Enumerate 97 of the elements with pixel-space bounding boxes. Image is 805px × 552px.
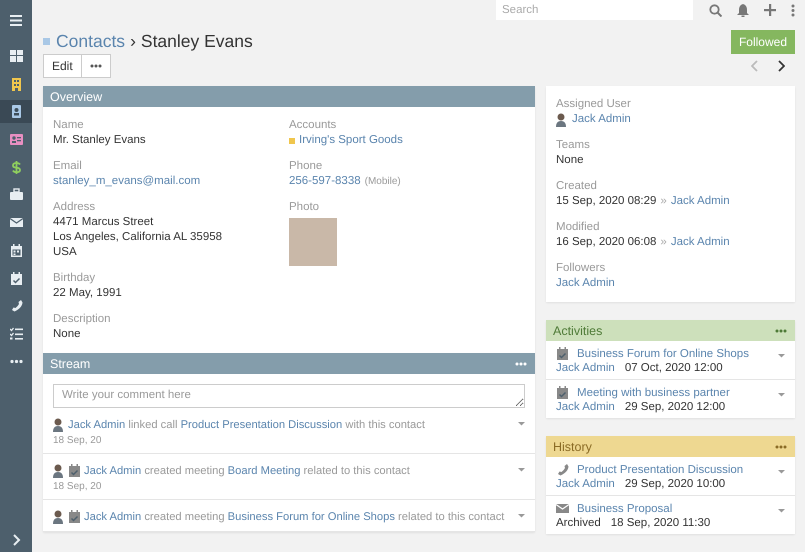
square-icon <box>43 38 50 45</box>
phone-link[interactable]: 256-597-8338 <box>289 174 361 189</box>
more-icon <box>90 64 102 68</box>
user-link[interactable]: Jack Admin <box>556 362 615 374</box>
avatar-icon <box>556 112 566 126</box>
user-link[interactable]: Jack Admin <box>670 194 730 209</box>
avatar-icon <box>53 418 63 432</box>
record-link[interactable]: Business Forum for Online Shops <box>228 511 395 523</box>
user-link[interactable]: Jack Admin <box>556 478 615 490</box>
plus-icon[interactable] <box>764 4 776 16</box>
field-label: Birthday <box>53 271 96 286</box>
more-icon[interactable] <box>515 362 527 366</box>
chevron-right-icon[interactable] <box>778 60 785 72</box>
field-label: Created <box>556 179 598 194</box>
caret-icon[interactable] <box>518 514 525 518</box>
panel-title: Stream <box>50 356 90 370</box>
kebab-menu-icon[interactable] <box>791 4 795 16</box>
field-label: Modified <box>556 220 600 235</box>
by-marker: » <box>660 235 667 250</box>
menu-icon[interactable] <box>10 15 22 26</box>
calendar-check-icon <box>68 510 81 523</box>
breadcrumb-link[interactable]: Contacts <box>56 31 126 52</box>
stream-note: Jack Admin created meeting Business Forum for Online Shops related to this contact <box>84 510 506 524</box>
sidebar-item[interactable] <box>0 100 32 124</box>
address-line: USA <box>53 245 78 260</box>
photo-placeholder <box>289 218 337 266</box>
caret-icon[interactable] <box>778 392 785 396</box>
field-label: Photo <box>289 200 320 215</box>
envelope-icon <box>556 502 569 515</box>
field-value: None <box>556 153 584 168</box>
phone-type: (Mobile) <box>364 175 401 189</box>
stream-note: Jack Admin linked call Product Presentation Discussion with this contact <box>68 418 426 432</box>
caret-icon[interactable] <box>518 422 525 426</box>
user-link[interactable]: Jack Admin <box>84 511 142 523</box>
note-date: 18 Sep, 20 <box>53 435 102 446</box>
panel-title: History <box>553 440 592 454</box>
field-label: Description <box>53 312 112 327</box>
date-text: 29 Sep, 2020 10:00 <box>624 478 726 490</box>
search-field[interactable]: Search <box>496 0 693 20</box>
stream-note: Jack Admin created meeting Board Meeting related to this contact <box>84 464 411 478</box>
user-link[interactable]: Jack Admin <box>572 112 631 127</box>
search-icon[interactable] <box>709 4 722 16</box>
field-label: Phone <box>289 159 324 174</box>
record-link[interactable]: Meeting with business partner <box>577 386 770 398</box>
field-value: Mr. Stanley Evans <box>53 133 147 148</box>
panel-title: Activities <box>553 324 602 338</box>
record-link[interactable]: Business Forum for Online Shops <box>577 348 770 360</box>
record-link[interactable]: Product Presentation Discussion <box>577 464 770 476</box>
field-label: Followers <box>556 261 606 276</box>
field-label: Name <box>53 118 85 133</box>
field-link[interactable]: stanley_m_evans@mail.com <box>53 175 200 187</box>
panel-title: Overview <box>50 90 102 104</box>
followed-button[interactable]: Followed <box>730 30 795 54</box>
field-label: Address <box>53 200 96 215</box>
record-link[interactable]: Business Proposal <box>577 502 770 514</box>
field-link[interactable]: Jack Admin <box>556 277 615 289</box>
address-line: Los Angeles, California AL 35958 <box>53 230 224 245</box>
comment-field[interactable]: Write your comment here <box>53 384 525 408</box>
timestamp: 16 Sep, 2020 06:08 <box>556 235 656 250</box>
phone-icon <box>556 463 569 476</box>
more-icon[interactable] <box>775 328 787 332</box>
record-link[interactable]: Board Meeting <box>228 465 300 477</box>
date-text: 29 Sep, 2020 12:00 <box>624 401 726 413</box>
breadcrumb-separator: › <box>130 31 136 52</box>
date-text: 18 Sep, 2020 11:30 <box>610 517 710 529</box>
caret-icon[interactable] <box>778 508 785 512</box>
address-line: 4471 Marcus Street <box>53 215 154 230</box>
date-text: 07 Oct, 2020 12:00 <box>624 362 723 374</box>
caret-icon[interactable] <box>778 470 785 474</box>
page-title: Stanley Evans <box>140 31 253 52</box>
more-icon[interactable] <box>775 444 787 448</box>
by-marker: » <box>660 194 667 209</box>
status-text: Archived <box>556 517 601 529</box>
more-button[interactable] <box>82 54 111 78</box>
user-link[interactable]: Jack Admin <box>556 401 615 413</box>
calendar-check-icon <box>68 464 81 477</box>
user-link[interactable]: Jack Admin <box>68 419 126 431</box>
avatar-icon <box>53 464 63 478</box>
calendar-check-icon <box>556 386 569 399</box>
record-link[interactable]: Product Presentation Discussion <box>180 419 342 431</box>
field-label: Email <box>53 159 83 174</box>
account-link[interactable]: Irving's Sport Goods <box>299 133 403 148</box>
bell-icon[interactable] <box>737 4 749 16</box>
user-link[interactable]: Jack Admin <box>670 235 730 250</box>
user-link[interactable]: Jack Admin <box>84 465 142 477</box>
avatar-icon <box>53 510 63 524</box>
field-label: Assigned User <box>556 97 632 112</box>
field-label: Accounts <box>289 118 338 133</box>
note-date: 18 Sep, 20 <box>53 481 102 492</box>
field-value: 22 May, 1991 <box>53 286 123 301</box>
field-label: Teams <box>556 138 591 153</box>
calendar-check-icon <box>556 347 569 360</box>
caret-icon[interactable] <box>518 468 525 472</box>
field-value: None <box>53 327 82 342</box>
timestamp: 15 Sep, 2020 08:29 <box>556 194 656 209</box>
caret-icon[interactable] <box>778 354 785 358</box>
edit-button[interactable]: Edit <box>43 54 82 78</box>
